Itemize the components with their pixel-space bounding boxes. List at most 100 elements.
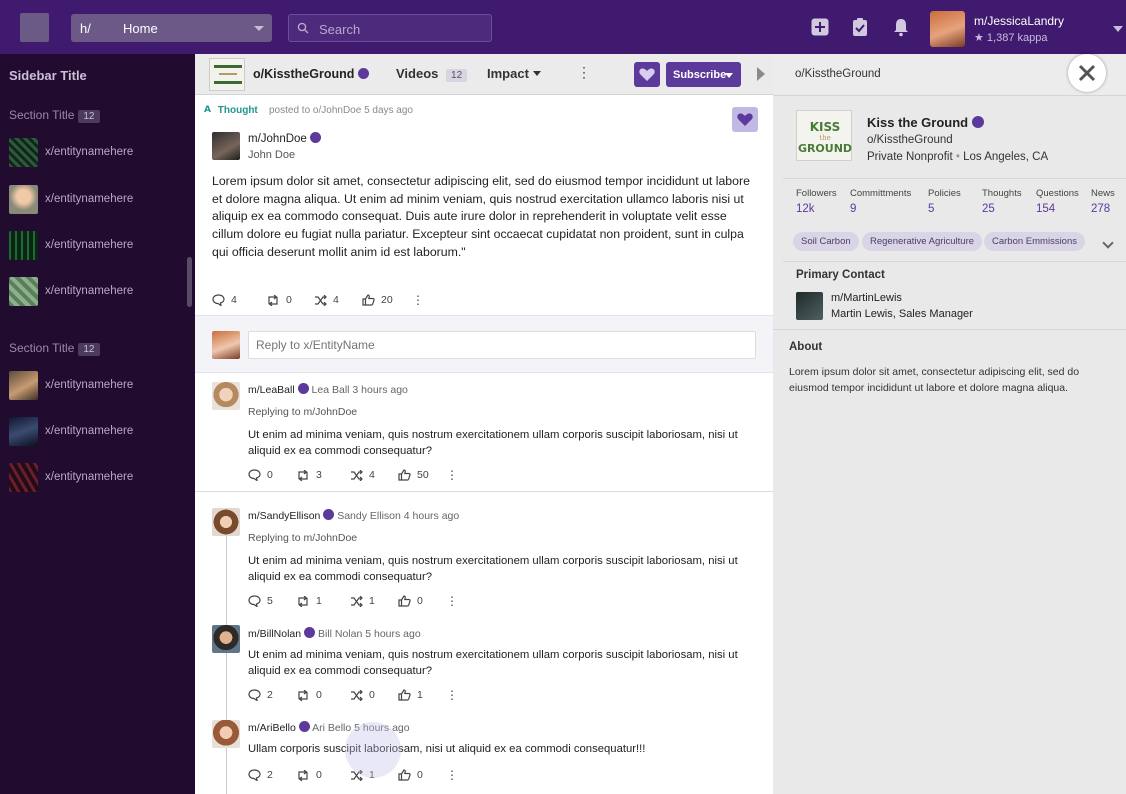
repost-button[interactable]: 0 bbox=[296, 689, 350, 701]
add-icon[interactable] bbox=[810, 17, 830, 37]
sidebar-item[interactable]: x/entitynamehere bbox=[9, 231, 189, 263]
comment-time: 5 hours ago bbox=[365, 628, 421, 640]
stat-commitments[interactable]: Committments 9 bbox=[850, 188, 911, 215]
more-options-icon[interactable]: ⋮ bbox=[446, 468, 458, 482]
tasks-icon[interactable] bbox=[850, 17, 870, 37]
shuffle-icon bbox=[351, 595, 363, 607]
like-button[interactable]: 50 bbox=[398, 469, 446, 481]
divider bbox=[773, 329, 1126, 330]
entity-logo[interactable] bbox=[209, 58, 245, 91]
more-options-icon[interactable]: ⋮ bbox=[412, 293, 424, 307]
thumbs-up-icon bbox=[362, 294, 375, 306]
user-avatar[interactable] bbox=[930, 11, 965, 47]
repost-button[interactable]: 3 bbox=[296, 469, 350, 481]
repost-button[interactable]: 1 bbox=[296, 595, 350, 607]
avatar[interactable] bbox=[212, 382, 240, 410]
verified-icon bbox=[357, 68, 369, 79]
repost-button[interactable]: 0 bbox=[266, 294, 314, 306]
avatar[interactable] bbox=[212, 625, 240, 653]
repost-count: 0 bbox=[316, 769, 322, 781]
sidebar-item[interactable]: x/entitynamehere bbox=[9, 277, 189, 309]
comment-button[interactable]: 4 bbox=[212, 294, 266, 306]
post-type-label: Thought bbox=[217, 105, 258, 116]
stat-followers[interactable]: Followers 12k bbox=[796, 188, 837, 215]
comment-author[interactable]: m/BillNolan Bill Nolan 5 hours ago bbox=[248, 627, 421, 640]
stat-policies[interactable]: Policies 5 bbox=[928, 188, 961, 215]
user-menu-chevron-icon[interactable] bbox=[1113, 26, 1123, 32]
top-bar: h/ Home Search m/JessicaLandry ★ 1,387 k… bbox=[0, 0, 1126, 54]
play-arrow-icon[interactable] bbox=[757, 67, 765, 81]
search-input[interactable]: Search bbox=[288, 14, 492, 42]
comment-handle: m/BillNolan bbox=[248, 628, 302, 640]
like-button[interactable]: 1 bbox=[398, 689, 446, 701]
share-button[interactable]: 4 bbox=[314, 294, 362, 306]
tab-impact[interactable]: Impact bbox=[487, 66, 541, 81]
contact-handle[interactable]: m/MartinLewis bbox=[831, 292, 902, 304]
chevron-down-icon bbox=[725, 73, 733, 78]
share-count: 4 bbox=[333, 294, 339, 306]
repost-icon bbox=[298, 769, 308, 781]
tag-chip[interactable]: Soil Carbon bbox=[793, 232, 859, 251]
stat-news[interactable]: News 278 bbox=[1091, 188, 1115, 215]
subscribe-button[interactable]: Subscribe bbox=[666, 62, 741, 87]
tab-videos[interactable]: Videos 12 bbox=[396, 66, 468, 82]
comment-button[interactable]: 5 bbox=[248, 595, 296, 607]
more-options-icon[interactable]: ⋮ bbox=[577, 64, 591, 81]
share-button[interactable]: 0 bbox=[350, 689, 398, 701]
shuffle-icon bbox=[315, 294, 327, 306]
comment-button[interactable]: 0 bbox=[248, 469, 296, 481]
bell-icon[interactable] bbox=[891, 17, 911, 37]
entity-handle: o/KisstheGround bbox=[867, 134, 953, 146]
stat-value: 154 bbox=[1036, 203, 1056, 215]
about-title: About bbox=[789, 341, 823, 353]
sidebar-scrollbar[interactable] bbox=[187, 257, 192, 307]
close-button[interactable] bbox=[1068, 54, 1106, 92]
favorite-button[interactable] bbox=[634, 62, 660, 87]
stat-value: 5 bbox=[928, 203, 935, 215]
comment-icon bbox=[212, 294, 225, 306]
entity-name[interactable]: o/KisstheGround bbox=[253, 67, 369, 81]
tag-chip[interactable]: Regenerative Agriculture bbox=[862, 232, 983, 251]
comment-icon bbox=[248, 595, 261, 607]
avatar[interactable] bbox=[212, 720, 240, 748]
user-name[interactable]: m/JessicaLandry bbox=[974, 14, 1064, 28]
comment-icon bbox=[248, 469, 261, 481]
chevron-down-icon[interactable] bbox=[1102, 237, 1114, 249]
comment-author[interactable]: m/SandyEllison Sandy Ellison 4 hours ago bbox=[248, 509, 459, 522]
sidebar: Sidebar Title Section Title 12 x/entityna… bbox=[0, 54, 195, 794]
avatar[interactable] bbox=[212, 132, 240, 160]
comment-button[interactable]: 2 bbox=[248, 689, 296, 701]
sidebar-item[interactable]: x/entitynamehere bbox=[9, 138, 189, 170]
comment-button[interactable]: 2 bbox=[248, 769, 296, 781]
sidebar-item[interactable]: x/entitynamehere bbox=[9, 463, 189, 495]
stat-label: Committments bbox=[850, 188, 912, 199]
like-button[interactable]: 0 bbox=[398, 769, 446, 781]
like-button[interactable]: 20 bbox=[362, 294, 412, 306]
more-options-icon[interactable]: ⋮ bbox=[446, 594, 458, 608]
space-select[interactable]: h/ Home bbox=[71, 14, 272, 42]
share-button[interactable]: 1 bbox=[350, 595, 398, 607]
sidebar-item[interactable]: x/entitynamehere bbox=[9, 417, 189, 449]
section-count-badge: 12 bbox=[78, 110, 100, 123]
stat-questions[interactable]: Questions 154 bbox=[1036, 188, 1079, 215]
stat-thoughts[interactable]: Thoughts 25 bbox=[982, 188, 1022, 215]
favorite-post-button[interactable] bbox=[732, 107, 758, 132]
more-options-icon[interactable]: ⋮ bbox=[446, 688, 458, 702]
verified-icon bbox=[298, 721, 310, 732]
sidebar-item[interactable]: x/entitynamehere bbox=[9, 185, 189, 217]
reply-input[interactable] bbox=[248, 331, 756, 359]
svg-text:A: A bbox=[204, 105, 211, 113]
like-button[interactable]: 0 bbox=[398, 595, 446, 607]
more-options-icon[interactable]: ⋮ bbox=[446, 768, 458, 782]
avatar[interactable] bbox=[212, 508, 240, 536]
share-button[interactable]: 4 bbox=[350, 469, 398, 481]
avatar[interactable] bbox=[796, 292, 823, 320]
tag-chip[interactable]: Carbon Emmissions bbox=[984, 232, 1085, 251]
sidebar-item[interactable]: x/entitynamehere bbox=[9, 371, 189, 403]
author-handle[interactable]: m/JohnDoe bbox=[248, 132, 322, 145]
repost-button[interactable]: 0 bbox=[296, 769, 350, 781]
comment-author[interactable]: m/LeaBall Lea Ball 3 hours ago bbox=[248, 383, 408, 396]
repost-icon bbox=[268, 294, 278, 306]
app-logo[interactable] bbox=[20, 13, 49, 42]
thumbs-up-icon bbox=[398, 769, 411, 781]
